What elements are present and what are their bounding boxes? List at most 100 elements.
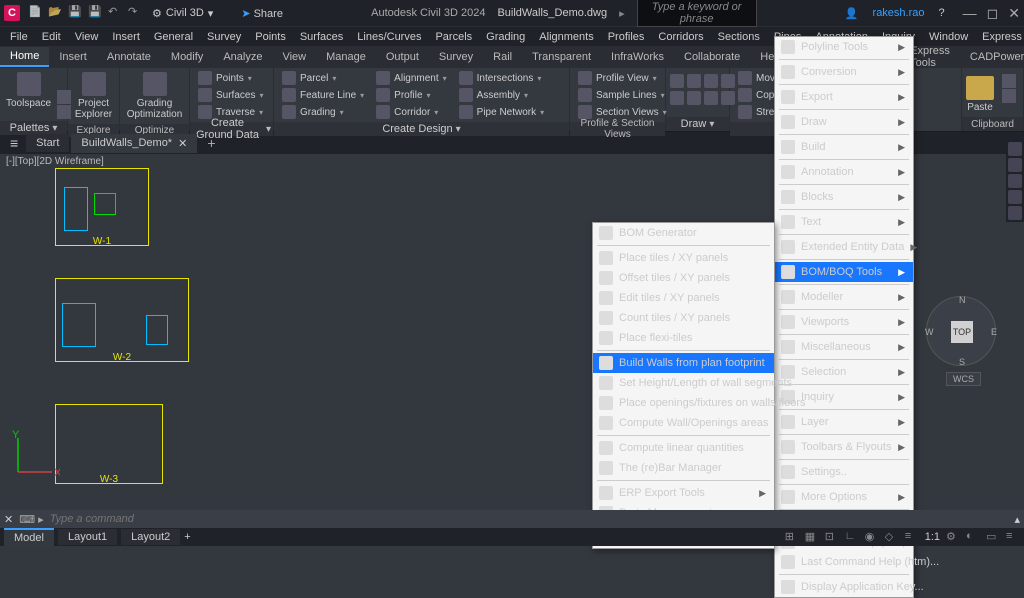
menu-item-erp-export-tools[interactable]: ERP Export Tools▶ [593, 483, 774, 503]
tab-model[interactable]: Model [4, 528, 54, 546]
menu-item-display-application-key-[interactable]: Display Application Key... [775, 577, 913, 597]
pan-icon[interactable] [1008, 158, 1022, 172]
doc-menu-icon[interactable]: ≡ [4, 135, 24, 151]
modelspace-icon[interactable]: ⊞ [785, 530, 799, 544]
viewcube-s[interactable]: S [959, 357, 965, 367]
wall-W-3[interactable]: W-3 [55, 404, 163, 484]
viewcube-top[interactable]: TOP [951, 321, 973, 343]
menu-item-selection[interactable]: Selection▶ [775, 362, 913, 382]
menu-item-annotation[interactable]: Annotation▶ [775, 162, 913, 182]
close-tab-icon[interactable]: ✕ [178, 137, 187, 150]
wall-W-1[interactable]: W-1 [55, 168, 149, 246]
menu-item-viewports[interactable]: Viewports▶ [775, 312, 913, 332]
line-icon[interactable] [670, 74, 684, 88]
undo-icon[interactable]: ↶ [108, 5, 124, 21]
orbit-icon[interactable] [1008, 190, 1022, 204]
pipe-network-button[interactable]: Pipe Network▾ [455, 104, 548, 120]
alignment-button[interactable]: Alignment▾ [372, 70, 450, 86]
grading-optimization-button[interactable]: Grading Optimization [124, 70, 185, 122]
menu-lines/curves[interactable]: Lines/Curves [351, 29, 427, 45]
menu-item-settings-[interactable]: Settings.. [775, 462, 913, 482]
signin-icon[interactable]: 👤 [845, 7, 859, 20]
menu-general[interactable]: General [148, 29, 199, 45]
tab-survey[interactable]: Survey [429, 48, 483, 66]
menu-item-text[interactable]: Text▶ [775, 212, 913, 232]
wall-W-2[interactable]: W-2 [55, 278, 189, 362]
corridor-button[interactable]: Corridor▾ [372, 104, 450, 120]
tab-analyze[interactable]: Analyze [213, 48, 272, 66]
profile-button[interactable]: Profile▾ [372, 87, 450, 103]
menu-file[interactable]: File [4, 29, 34, 45]
cut-icon[interactable] [1002, 74, 1016, 88]
tab-manage[interactable]: Manage [316, 48, 376, 66]
navwheel-icon[interactable] [1008, 142, 1022, 156]
viewcube-n[interactable]: N [959, 295, 966, 305]
menu-item-compute-wall-openings-areas[interactable]: Compute Wall/Openings areas [593, 413, 774, 433]
menu-item-blocks[interactable]: Blocks▶ [775, 187, 913, 207]
menu-item-last-command-help-htm-[interactable]: Last Command Help (htm)... [775, 552, 913, 572]
cmd-options-icon[interactable]: ▴ [1014, 513, 1020, 526]
menu-item-build[interactable]: Build▶ [775, 137, 913, 157]
parcel-button[interactable]: Parcel▾ [278, 70, 368, 86]
tab-cadpower[interactable]: CADPower [960, 48, 1024, 66]
tab-view[interactable]: View [272, 48, 316, 66]
ellipse-icon[interactable] [704, 91, 718, 105]
menu-item-modeller[interactable]: Modeller▶ [775, 287, 913, 307]
tab-annotate[interactable]: Annotate [97, 48, 161, 66]
assembly-button[interactable]: Assembly▾ [455, 87, 548, 103]
menu-item-count-tiles-xy-panels[interactable]: Count tiles / XY panels [593, 308, 774, 328]
menu-profiles[interactable]: Profiles [602, 29, 651, 45]
menu-item-place-openings-fixtures-on-walls-floors[interactable]: Place openings/fixtures on walls/floors [593, 393, 774, 413]
toolspace-button[interactable]: Toolspace [4, 70, 53, 111]
rect-icon[interactable] [687, 91, 701, 105]
profile-view-button[interactable]: Profile View▾ [574, 70, 671, 86]
help-icon[interactable]: ? [939, 7, 945, 19]
annoscale-label[interactable]: 1:1 [925, 531, 940, 543]
menu-item-draw[interactable]: Draw▶ [775, 112, 913, 132]
menu-item-place-flexi-tiles[interactable]: Place flexi-tiles [593, 328, 774, 348]
snap-icon[interactable]: ⊡ [825, 530, 839, 544]
viewport-label[interactable]: [-][Top][2D Wireframe] [6, 156, 104, 167]
menu-sections[interactable]: Sections [712, 29, 766, 45]
new-tab-button[interactable]: + [199, 135, 223, 151]
clean-icon[interactable]: ▭ [986, 530, 1000, 544]
tab-active-doc[interactable]: BuildWalls_Demo*✕ [71, 134, 197, 153]
menu-item-toolbars-flyouts[interactable]: Toolbars & Flyouts▶ [775, 437, 913, 457]
workspace-dropdown[interactable]: ⚙ Civil 3D ▾ [152, 7, 213, 20]
user-name[interactable]: rakesh.rao [873, 7, 925, 19]
add-layout-button[interactable]: + [184, 531, 190, 543]
menu-item-layer[interactable]: Layer▶ [775, 412, 913, 432]
menu-edit[interactable]: Edit [36, 29, 67, 45]
search-input[interactable]: Type a keyword or phrase [637, 0, 757, 27]
showmotion-icon[interactable] [1008, 206, 1022, 220]
menu-item-bom-generator[interactable]: BOM Generator [593, 223, 774, 243]
tab-infraworks[interactable]: InfraWorks [601, 48, 674, 66]
tab-output[interactable]: Output [376, 48, 429, 66]
grid-icon[interactable]: ▦ [805, 530, 819, 544]
gear-icon[interactable]: ⚙ [946, 530, 960, 544]
copy-icon[interactable] [1002, 89, 1016, 103]
share-button[interactable]: ➤ Share [241, 7, 283, 20]
sample-lines-button[interactable]: Sample Lines▾ [574, 87, 671, 103]
linewt-icon[interactable]: ≡ [905, 530, 919, 544]
menu-corridors[interactable]: Corridors [652, 29, 709, 45]
points-button[interactable]: Points▾ [194, 70, 267, 86]
open-icon[interactable]: 📂 [48, 5, 64, 21]
osnap-icon[interactable]: ◇ [885, 530, 899, 544]
menu-item-edit-tiles-xy-panels[interactable]: Edit tiles / XY panels [593, 288, 774, 308]
arc-icon[interactable] [687, 74, 701, 88]
intersections-button[interactable]: Intersections▾ [455, 70, 548, 86]
menu-item-miscellaneous[interactable]: Miscellaneous▶ [775, 337, 913, 357]
tab-modify[interactable]: Modify [161, 48, 213, 66]
polar-icon[interactable]: ◉ [865, 530, 879, 544]
maximize-button[interactable]: ◻ [987, 5, 999, 22]
menu-express[interactable]: Express [976, 29, 1024, 45]
saveas-icon[interactable]: 💾 [88, 5, 104, 21]
menu-item-export[interactable]: Export▶ [775, 87, 913, 107]
project-explorer-button[interactable]: Project Explorer [72, 70, 115, 122]
surfaces-button[interactable]: Surfaces▾ [194, 87, 267, 103]
paste-button[interactable]: Paste [966, 70, 994, 113]
viewcube[interactable]: TOP N S E W WCS [926, 296, 996, 366]
tab-insert[interactable]: Insert [49, 48, 97, 66]
menu-view[interactable]: View [69, 29, 105, 45]
